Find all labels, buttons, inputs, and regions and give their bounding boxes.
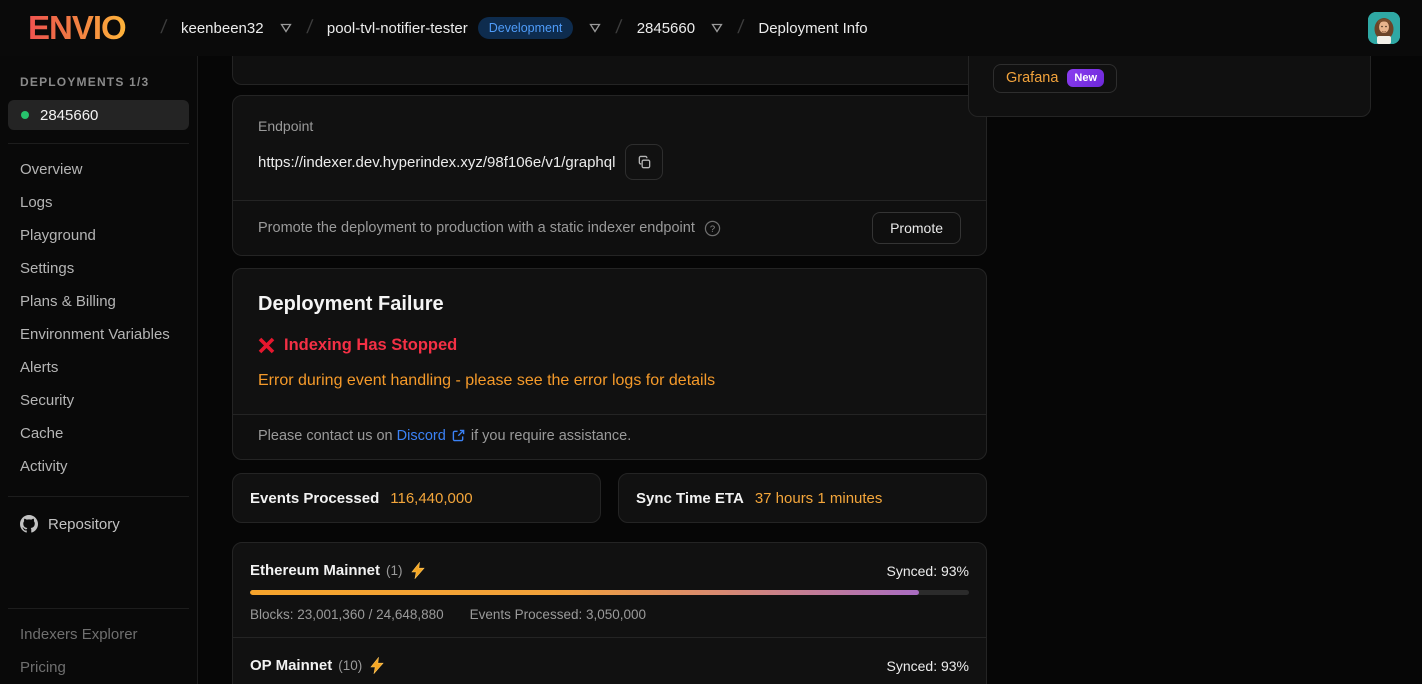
sidebar-item-indexers-explorer[interactable]: Indexers Explorer — [0, 618, 197, 651]
sidebar-divider — [8, 608, 189, 609]
breadcrumb-project[interactable]: pool-tvl-notifier-tester — [327, 20, 468, 37]
network-count: (1) — [386, 563, 403, 578]
sidebar-item-repository[interactable]: Repository — [0, 505, 197, 544]
sync-eta-label: Sync Time ETA — [636, 490, 744, 507]
contact-footer: Please contact us on Discord if you requ… — [233, 414, 986, 459]
sidebar-item-security[interactable]: Security — [0, 384, 197, 417]
sync-progress-fill — [250, 590, 919, 595]
deployments-section-label: DEPLOYMENTS 1/3 — [20, 75, 197, 89]
stats-row: Events Processed 116,440,000 Sync Time E… — [232, 473, 987, 523]
copy-icon — [637, 155, 652, 170]
sidebar-item-plans-billing[interactable]: Plans & Billing — [0, 285, 197, 318]
failure-card-title: Deployment Failure — [258, 293, 961, 316]
selected-deployment-id: 2845660 — [40, 107, 98, 124]
events-processed-value: 116,440,000 — [390, 490, 472, 507]
org-dropdown-icon[interactable] — [280, 23, 292, 33]
sidebar-item-alerts[interactable]: Alerts — [0, 351, 197, 384]
sync-eta-card: Sync Time ETA 37 hours 1 minutes — [618, 473, 987, 523]
events-processed-label: Events Processed — [250, 490, 379, 507]
sidebar-divider — [8, 143, 189, 144]
main-content: Endpoint https://indexer.dev.hyperindex.… — [198, 56, 1422, 684]
sidebar-divider — [8, 496, 189, 497]
network-name: Ethereum Mainnet — [250, 562, 380, 579]
promote-description: Promote the deployment to production wit… — [258, 220, 695, 236]
copy-endpoint-button[interactable] — [625, 144, 663, 180]
breadcrumb-separator: / — [737, 17, 745, 39]
events-processed-card: Events Processed 116,440,000 — [232, 473, 601, 523]
network-count: (10) — [338, 658, 362, 673]
sidebar-item-playground[interactable]: Playground — [0, 219, 197, 252]
sidebar: DEPLOYMENTS 1/3 2845660 Overview Logs Pl… — [0, 56, 198, 684]
breadcrumb-deployment[interactable]: 2845660 — [637, 20, 695, 37]
new-badge: New — [1067, 69, 1104, 87]
sidebar-item-activity[interactable]: Activity — [0, 450, 197, 483]
discord-link[interactable]: Discord — [397, 428, 446, 444]
breadcrumb-separator: / — [159, 17, 167, 39]
deployment-status-dot — [21, 111, 29, 119]
sidebar-item-deployment-selected[interactable]: 2845660 — [8, 100, 189, 130]
breadcrumb-separator: / — [305, 17, 313, 39]
sidebar-item-environment-variables[interactable]: Environment Variables — [0, 318, 197, 351]
contact-text-prefix: Please contact us on — [258, 428, 397, 444]
help-icon[interactable]: ? — [704, 220, 721, 237]
environment-badge[interactable]: Development — [478, 17, 574, 39]
deployment-failure-card: Deployment Failure Indexing Has Stopped … — [232, 268, 987, 460]
top-header: ENVIO / keenbeen32 / pool-tvl-notifier-t… — [0, 0, 1422, 56]
synced-percentage: Synced: 93% — [887, 658, 970, 674]
lightning-bolt-icon — [370, 657, 384, 674]
envio-logo[interactable]: ENVIO — [28, 9, 126, 47]
sidebar-item-settings[interactable]: Settings — [0, 252, 197, 285]
project-dropdown-icon[interactable] — [589, 23, 601, 33]
endpoint-label: Endpoint — [258, 118, 961, 134]
events-detail: Events Processed: 3,050,000 — [470, 607, 646, 622]
network-row-ethereum: Ethereum Mainnet (1) Synced: 93% Blocks:… — [233, 543, 986, 637]
breadcrumb-org[interactable]: keenbeen32 — [181, 20, 264, 37]
indexing-status-text: Indexing Has Stopped — [284, 336, 457, 355]
synced-percentage: Synced: 93% — [887, 563, 970, 579]
sidebar-footer-nav: Indexers Explorer Pricing — [0, 618, 197, 684]
breadcrumb-page: Deployment Info — [758, 20, 867, 37]
user-avatar[interactable] — [1368, 12, 1400, 44]
sidebar-item-cache[interactable]: Cache — [0, 417, 197, 450]
sidebar-item-pricing[interactable]: Pricing — [0, 651, 197, 684]
breadcrumb: / keenbeen32 / pool-tvl-notifier-tester … — [146, 17, 868, 39]
red-x-icon — [258, 337, 275, 354]
network-row-op: OP Mainnet (10) Synced: 93% — [233, 637, 986, 684]
external-link-icon[interactable] — [452, 429, 465, 446]
github-icon — [20, 515, 38, 533]
networks-sync-card: Ethereum Mainnet (1) Synced: 93% Blocks:… — [232, 542, 987, 684]
sidebar-item-logs[interactable]: Logs — [0, 186, 197, 219]
blocks-detail: Blocks: 23,001,360 / 24,648,880 — [250, 607, 444, 622]
sync-eta-value: 37 hours 1 minutes — [755, 490, 883, 507]
network-name: OP Mainnet — [250, 657, 332, 674]
sidebar-nav: Overview Logs Playground Settings Plans … — [0, 153, 197, 483]
promote-button[interactable]: Promote — [872, 212, 961, 244]
breadcrumb-separator: / — [615, 17, 623, 39]
contact-text-suffix: if you require assistance. — [467, 428, 631, 444]
svg-text:?: ? — [710, 223, 715, 234]
promote-footer: Promote the deployment to production wit… — [233, 200, 986, 255]
sync-progress-track — [250, 590, 969, 595]
repository-label: Repository — [48, 516, 120, 533]
endpoint-card: Endpoint https://indexer.dev.hyperindex.… — [232, 95, 987, 256]
deployment-dropdown-icon[interactable] — [711, 23, 723, 33]
endpoint-url: https://indexer.dev.hyperindex.xyz/98f10… — [258, 154, 615, 171]
grafana-label: Grafana — [1006, 70, 1058, 86]
error-message: Error during event handling - please see… — [258, 372, 961, 390]
grafana-button[interactable]: Grafana New — [993, 64, 1117, 93]
sidebar-item-overview[interactable]: Overview — [0, 153, 197, 186]
lightning-bolt-icon — [411, 562, 425, 579]
